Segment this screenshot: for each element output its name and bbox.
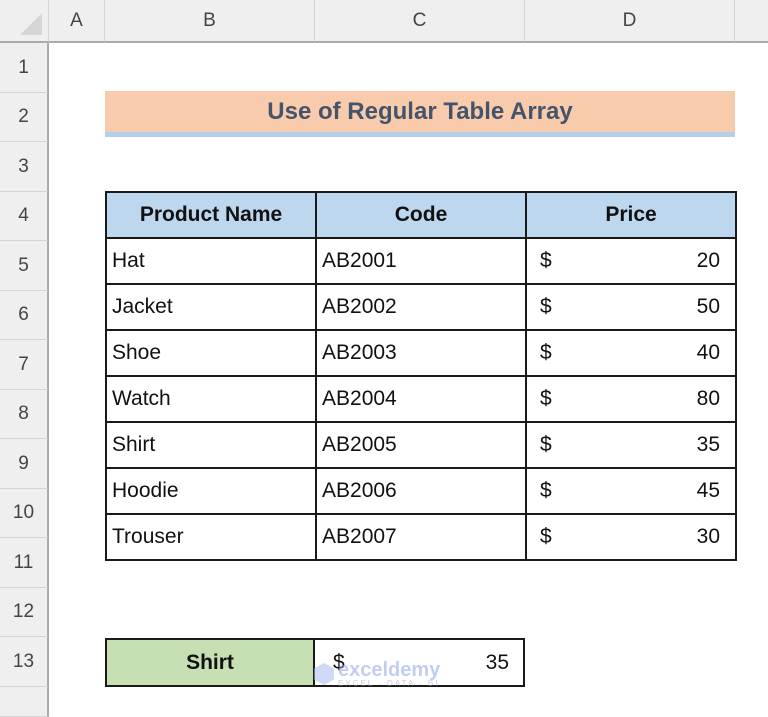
product-name-cell[interactable]: Watch xyxy=(105,375,317,423)
row-header-4[interactable]: 4 xyxy=(0,192,49,241)
row-header-3[interactable]: 3 xyxy=(0,142,49,192)
price-value: 50 xyxy=(696,295,720,318)
currency-symbol: $ xyxy=(540,433,552,456)
row-header-6[interactable]: 6 xyxy=(0,291,49,340)
currency-symbol: $ xyxy=(540,295,552,318)
code-cell[interactable]: AB2003 xyxy=(315,329,527,377)
table-row: Watch AB2004 $80 xyxy=(105,375,737,423)
product-name-cell[interactable]: Hoodie xyxy=(105,467,317,515)
table-row: Hoodie AB2006 $45 xyxy=(105,467,737,515)
row-header-10[interactable]: 10 xyxy=(0,489,49,538)
header-product-name[interactable]: Product Name xyxy=(105,191,317,239)
row-header-5[interactable]: 5 xyxy=(0,241,49,291)
product-name-cell[interactable]: Jacket xyxy=(105,283,317,331)
currency-symbol: $ xyxy=(540,479,552,502)
price-value: 30 xyxy=(696,525,720,548)
select-all-icon xyxy=(20,13,42,35)
price-value: 45 xyxy=(696,479,720,502)
row-header-1[interactable]: 1 xyxy=(0,43,49,93)
currency-symbol: $ xyxy=(540,341,552,364)
column-header-d[interactable]: D xyxy=(525,0,735,43)
price-cell[interactable]: $50 xyxy=(525,283,737,331)
price-value: 80 xyxy=(696,387,720,410)
row-header-8[interactable]: 8 xyxy=(0,390,49,439)
row-header-14[interactable] xyxy=(0,687,49,717)
price-cell[interactable]: $80 xyxy=(525,375,737,423)
row-header-13[interactable]: 13 xyxy=(0,637,49,687)
currency-symbol: $ xyxy=(540,249,552,272)
row-header-7[interactable]: 7 xyxy=(0,340,49,390)
price-cell[interactable]: $35 xyxy=(525,421,737,469)
lookup-label-cell[interactable]: Shirt xyxy=(105,638,315,687)
price-value: 35 xyxy=(696,433,720,456)
row-header-9[interactable]: 9 xyxy=(0,439,49,489)
lookup-result-cell[interactable]: $ 35 xyxy=(313,638,525,687)
code-cell[interactable]: AB2002 xyxy=(315,283,527,331)
lookup-currency-symbol: $ xyxy=(333,650,345,674)
code-cell[interactable]: AB2007 xyxy=(315,513,527,561)
product-name-cell[interactable]: Trouser xyxy=(105,513,317,561)
price-cell[interactable]: $30 xyxy=(525,513,737,561)
code-cell[interactable]: AB2004 xyxy=(315,375,527,423)
table-row: Jacket AB2002 $50 xyxy=(105,283,737,331)
column-header-b[interactable]: B xyxy=(105,0,315,43)
column-header-e[interactable] xyxy=(735,0,768,43)
row-header-2[interactable]: 2 xyxy=(0,93,49,142)
table-header-row: Product Name Code Price xyxy=(105,191,737,239)
product-name-cell[interactable]: Shirt xyxy=(105,421,317,469)
price-cell[interactable]: $45 xyxy=(525,467,737,515)
product-name-cell[interactable]: Shoe xyxy=(105,329,317,377)
header-code[interactable]: Code xyxy=(315,191,527,239)
table-row: Trouser AB2007 $30 xyxy=(105,513,737,561)
price-cell[interactable]: $20 xyxy=(525,237,737,285)
code-cell[interactable]: AB2001 xyxy=(315,237,527,285)
currency-symbol: $ xyxy=(540,525,552,548)
column-header-c[interactable]: C xyxy=(315,0,525,43)
lookup-result-value: 35 xyxy=(485,650,509,674)
column-header-a[interactable]: A xyxy=(49,0,105,43)
code-cell[interactable]: AB2005 xyxy=(315,421,527,469)
price-value: 40 xyxy=(696,341,720,364)
header-price[interactable]: Price xyxy=(525,191,737,239)
table-row: Shoe AB2003 $40 xyxy=(105,329,737,377)
price-value: 20 xyxy=(696,249,720,272)
select-all-corner[interactable] xyxy=(0,0,49,43)
product-name-cell[interactable]: Hat xyxy=(105,237,317,285)
currency-symbol: $ xyxy=(540,387,552,410)
code-cell[interactable]: AB2006 xyxy=(315,467,527,515)
product-table: Product Name Code Price Hat AB2001 $20 J… xyxy=(105,191,737,561)
price-cell[interactable]: $40 xyxy=(525,329,737,377)
sheet-title[interactable]: Use of Regular Table Array xyxy=(105,91,735,137)
table-row: Hat AB2001 $20 xyxy=(105,237,737,285)
row-header-12[interactable]: 12 xyxy=(0,588,49,637)
row-header-11[interactable]: 11 xyxy=(0,538,49,588)
table-row: Shirt AB2005 $35 xyxy=(105,421,737,469)
